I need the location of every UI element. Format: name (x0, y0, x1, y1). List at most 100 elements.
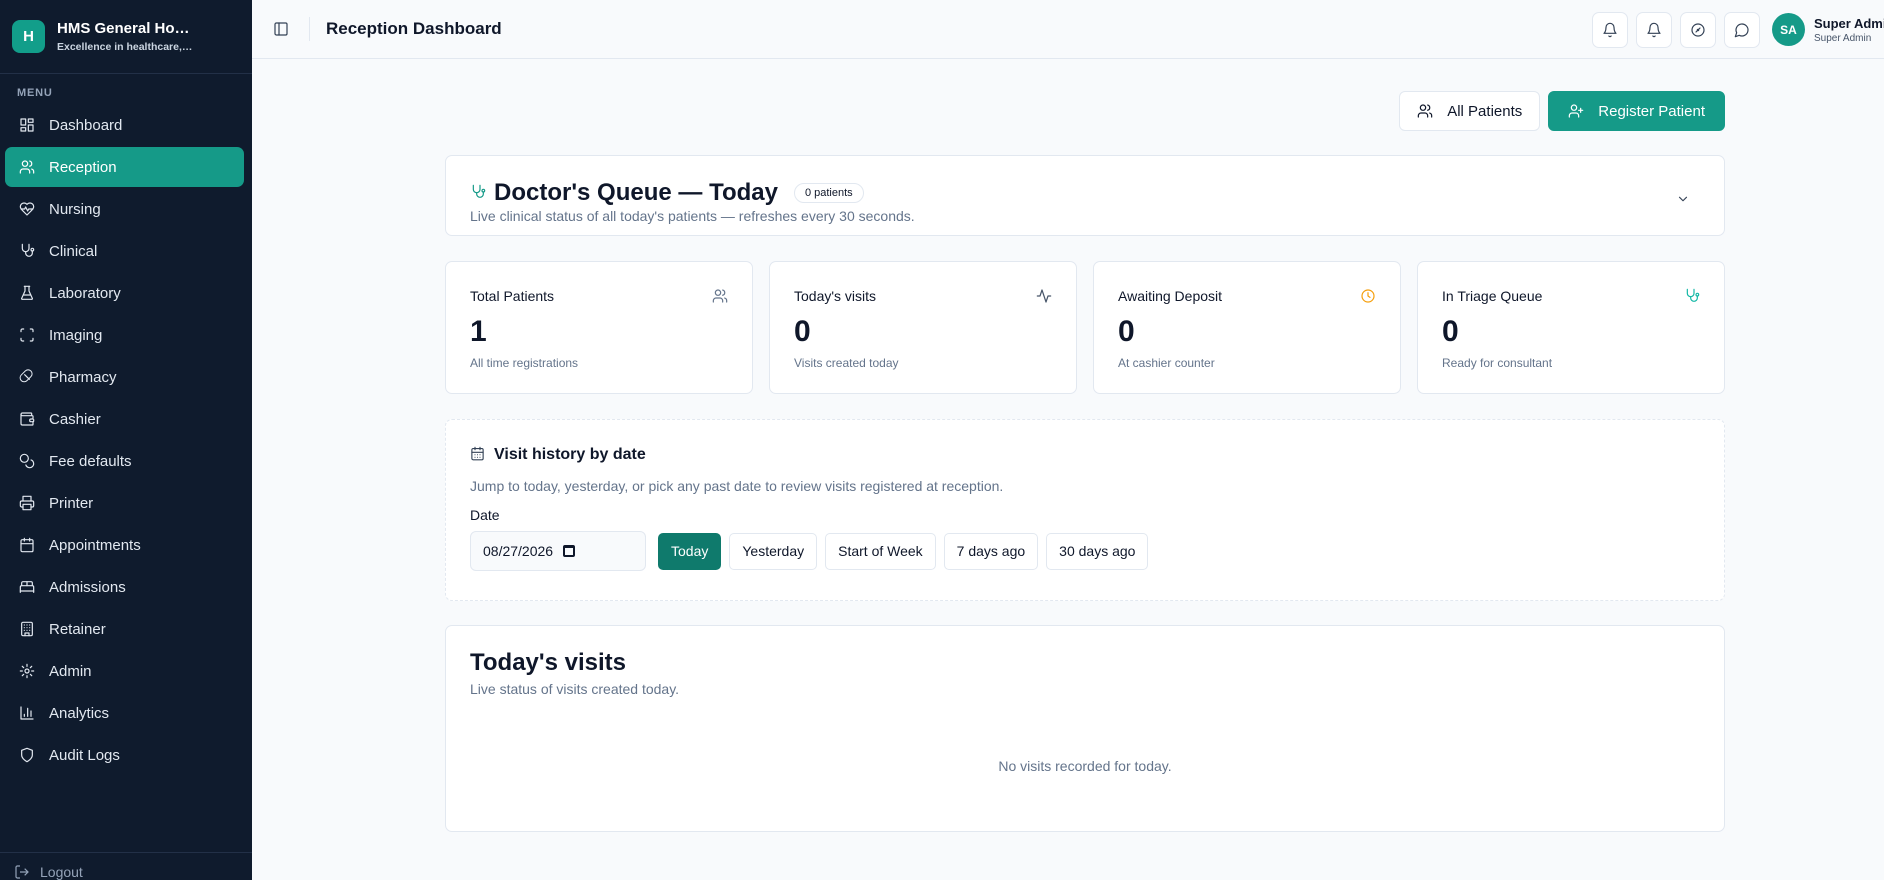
start-of-week-button[interactable]: Start of Week (825, 532, 936, 570)
user-name: Super Admin (1814, 15, 1884, 31)
sidebar-item-fee-defaults[interactable]: Fee defaults (5, 441, 244, 481)
gear-icon (17, 661, 37, 681)
sidebar-item-imaging[interactable]: Imaging (5, 315, 244, 355)
bed-icon (17, 577, 37, 597)
sidebar-item-nursing[interactable]: Nursing (5, 189, 244, 229)
sidebar-item-laboratory[interactable]: Laboratory (5, 273, 244, 313)
sidebar-item-analytics[interactable]: Analytics (5, 693, 244, 733)
sidebar-item-label: Dashboard (49, 116, 123, 134)
sidebar-item-audit-logs[interactable]: Audit Logs (5, 735, 244, 775)
date-label: Date (470, 507, 500, 523)
sidebar: H HMS General Ho… Excellence in healthca… (0, 0, 252, 880)
sidebar-item-dashboard[interactable]: Dashboard (5, 105, 244, 145)
wallet-icon (17, 409, 37, 429)
register-patient-button[interactable]: Register Patient (1548, 91, 1725, 131)
stat-label: In Triage Queue (1442, 288, 1543, 304)
status-button[interactable] (1680, 11, 1716, 48)
flask-icon (17, 283, 37, 303)
queue-count-badge: 0 patients (793, 183, 864, 203)
stat-value: 0 (1118, 315, 1135, 348)
user-menu[interactable]: Super Admin Super Admin (1814, 16, 1884, 44)
date-value: 08/27/2026 (483, 543, 554, 559)
sidebar-item-label: Reception (49, 158, 117, 176)
sidebar-item-label: Nursing (49, 200, 101, 218)
all-patients-label: All Patients (1447, 102, 1523, 120)
sidebar-item-label: Pharmacy (49, 368, 117, 386)
building-icon (17, 619, 37, 639)
stethoscope-icon (17, 241, 37, 261)
thirty-days-ago-button[interactable]: 30 days ago (1046, 532, 1149, 570)
sidebar-item-admissions[interactable]: Admissions (5, 567, 244, 607)
users-icon (17, 157, 37, 177)
calendar-picker-icon[interactable] (563, 545, 576, 557)
heart-pulse-icon (17, 199, 37, 219)
topbar: Reception Dashboard SA Super Admin Super… (252, 0, 1884, 59)
history-subtitle: Jump to today, yesterday, or pick any pa… (470, 478, 1004, 494)
sidebar-item-label: Admin (49, 662, 92, 680)
stat-card-triage-queue: In Triage Queue 0 Ready for consultant (1417, 261, 1725, 394)
avatar[interactable]: SA (1772, 13, 1805, 46)
page-actions: All Patients Register Patient (1399, 91, 1725, 131)
stethoscope-icon (470, 184, 486, 203)
bar-chart-icon (17, 703, 37, 723)
message-circle-icon (1734, 22, 1749, 37)
visits-title: Today's visits (470, 649, 626, 676)
queue-subtitle: Live clinical status of all today's pati… (470, 208, 915, 224)
all-patients-button[interactable]: All Patients (1399, 91, 1541, 131)
sidebar-nav: Dashboard Reception Nursing Clinical Lab… (0, 105, 252, 775)
sidebar-item-appointments[interactable]: Appointments (5, 525, 244, 565)
stat-value: 1 (470, 315, 487, 348)
menu-heading: MENU (17, 87, 53, 99)
stat-subtitle: At cashier counter (1118, 356, 1215, 370)
brand[interactable]: H HMS General Ho… Excellence in healthca… (0, 0, 252, 74)
users-icon (712, 288, 728, 307)
sidebar-toggle-button[interactable] (271, 19, 291, 39)
chevron-down-icon (1678, 196, 1688, 202)
stat-subtitle: Ready for consultant (1442, 356, 1553, 370)
doctors-queue-card: Doctor's Queue — Today 0 patients Live c… (445, 155, 1725, 236)
clock-icon (1360, 288, 1376, 307)
sidebar-item-label: Printer (49, 494, 94, 512)
todays-visits-card: Today's visits Live status of visits cre… (445, 625, 1725, 832)
brand-tagline: Excellence in healthcare,… (57, 41, 193, 53)
sidebar-item-reception[interactable]: Reception (5, 147, 244, 187)
logout-button[interactable]: Logout (0, 852, 252, 880)
yesterday-button[interactable]: Yesterday (729, 532, 818, 570)
queue-expand-toggle[interactable] (1676, 192, 1690, 209)
sidebar-item-label: Imaging (49, 326, 103, 344)
notifications-button[interactable] (1592, 11, 1628, 48)
sidebar-item-cashier[interactable]: Cashier (5, 399, 244, 439)
sidebar-item-label: Cashier (49, 410, 101, 428)
stat-card-awaiting-deposit: Awaiting Deposit 0 At cashier counter (1093, 261, 1401, 394)
sidebar-item-label: Appointments (49, 536, 141, 554)
sidebar-item-admin[interactable]: Admin (5, 651, 244, 691)
scan-icon (17, 325, 37, 345)
sidebar-item-clinical[interactable]: Clinical (5, 231, 244, 271)
stat-subtitle: Visits created today (794, 356, 899, 370)
dashboard-icon (17, 115, 37, 135)
alerts-button[interactable] (1636, 11, 1672, 48)
stat-card-total-patients: Total Patients 1 All time registrations (445, 261, 753, 394)
stat-card-todays-visits: Today's visits 0 Visits created today (769, 261, 1077, 394)
sidebar-item-label: Admissions (49, 578, 126, 596)
sidebar-item-label: Analytics (49, 704, 110, 722)
bell-icon (1647, 22, 1661, 37)
sidebar-item-printer[interactable]: Printer (5, 483, 244, 523)
stat-subtitle: All time registrations (470, 356, 579, 370)
calendar-icon (470, 446, 485, 464)
visits-subtitle: Live status of visits created today. (470, 681, 680, 697)
printer-icon (17, 493, 37, 513)
logout-label: Logout (40, 864, 83, 880)
user-role: Super Admin (1814, 32, 1872, 44)
date-picker-input[interactable]: 08/27/2026 (470, 531, 646, 571)
sidebar-item-label: Fee defaults (49, 452, 132, 470)
sidebar-item-pharmacy[interactable]: Pharmacy (5, 357, 244, 397)
seven-days-ago-button[interactable]: 7 days ago (943, 532, 1039, 570)
sidebar-item-retainer[interactable]: Retainer (5, 609, 244, 649)
today-button[interactable]: Today (658, 532, 722, 570)
coins-icon (17, 451, 37, 471)
panel-left-icon (274, 22, 288, 36)
messages-button[interactable] (1724, 11, 1760, 48)
queue-title: Doctor's Queue — Today (494, 179, 778, 206)
sidebar-item-label: Audit Logs (49, 746, 120, 764)
